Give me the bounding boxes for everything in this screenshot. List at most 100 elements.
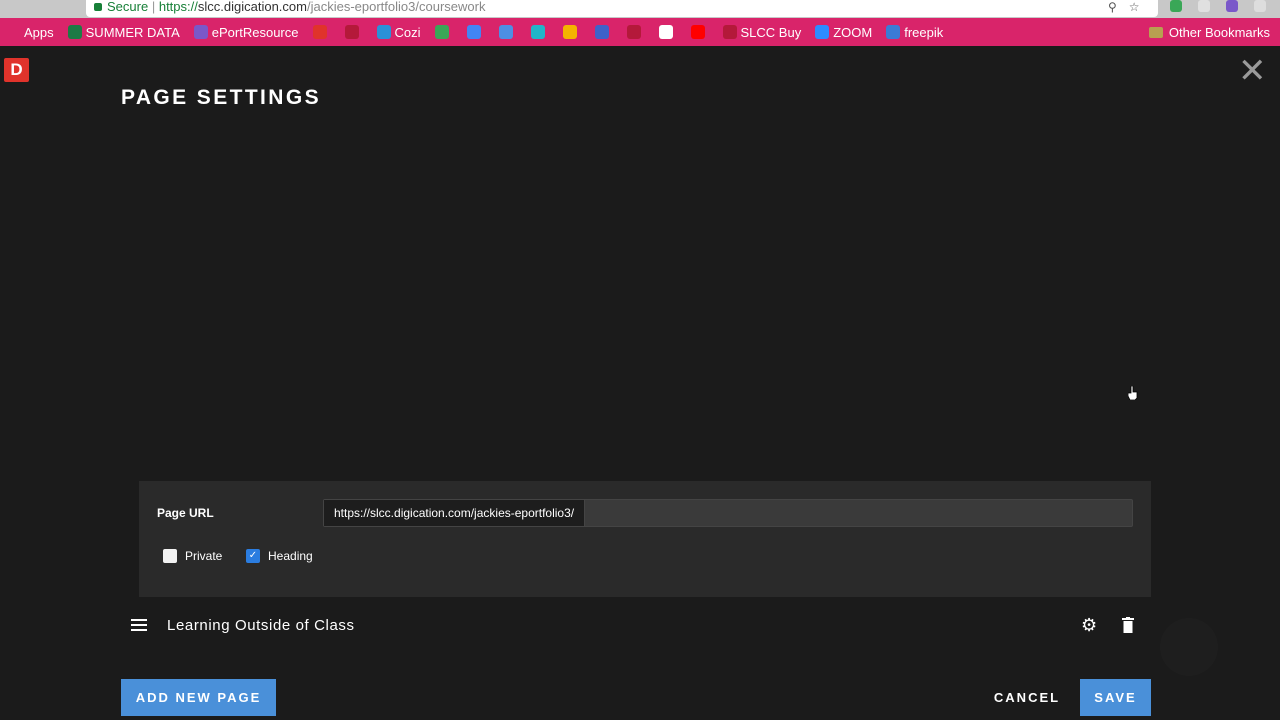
folder-icon xyxy=(1148,26,1163,38)
page-url-prefix: https://slcc.digication.com/jackies-epor… xyxy=(324,500,586,526)
bookmark-item[interactable] xyxy=(434,25,453,39)
gear-icon[interactable]: ⚙ xyxy=(1081,615,1097,636)
bookmark-item[interactable] xyxy=(562,25,581,39)
drag-handle-icon[interactable] xyxy=(149,285,165,297)
gear-icon[interactable]: ⚙ xyxy=(1081,118,1097,139)
gear-icon[interactable]: ⚙ xyxy=(1081,334,1097,355)
trash-icon[interactable] xyxy=(1122,175,1134,191)
page-name: International/Global xyxy=(185,120,328,137)
digication-icon xyxy=(312,25,327,39)
trash-icon[interactable] xyxy=(1122,121,1134,137)
menu-icon[interactable] xyxy=(1254,0,1266,12)
slcc-buy-icon xyxy=(722,25,737,39)
cozi-icon xyxy=(376,25,391,39)
page-url-input[interactable]: https://slcc.digication.com/jackies-epor… xyxy=(323,499,1133,527)
address-field[interactable]: Secure | https://slcc.digication.com/jac… xyxy=(86,0,1158,17)
gear-icon[interactable]: ⚙ xyxy=(1081,280,1097,301)
cancel-button[interactable]: CANCEL xyxy=(982,679,1072,716)
drag-handle-icon[interactable] xyxy=(149,393,165,405)
browser-actions: ⚲☆ xyxy=(1108,0,1152,14)
apps-grid-icon xyxy=(6,25,20,39)
trash-icon[interactable] xyxy=(1122,337,1134,353)
bookmark-item[interactable] xyxy=(498,25,517,39)
page-row-learning-outside[interactable]: Learning Outside of Class ⚙ xyxy=(121,598,1151,652)
bookmark-label: Cozi xyxy=(394,24,421,40)
trash-icon[interactable] xyxy=(1122,283,1134,299)
gear-icon[interactable]: ⚙ xyxy=(1081,442,1097,463)
bookmark-item[interactable]: ePortResource xyxy=(193,25,299,40)
search-icon[interactable]: ⚲ xyxy=(1108,0,1129,14)
chat-bubble-icon[interactable] xyxy=(1160,618,1218,676)
trash-icon[interactable] xyxy=(1122,617,1134,633)
url-path: /jackies-eportfolio3/coursework xyxy=(306,0,486,14)
secure-label: Secure xyxy=(107,0,149,14)
page-detail-panel: Page URL https://slcc.digication.com/jac… xyxy=(139,481,1151,597)
gear-icon[interactable]: ⚙ xyxy=(1081,226,1097,247)
save-button[interactable]: SAVE xyxy=(1080,679,1151,716)
bookmarks-bar: Apps SUMMER DATA ePortResource Cozi SLCC Buy… xyxy=(0,18,1280,46)
bookmark-item[interactable]: SUMMER DATA xyxy=(67,25,180,40)
extension-green-icon[interactable] xyxy=(1170,0,1182,12)
bookmark-item[interactable] xyxy=(690,25,709,39)
url-host: slcc.digication.com xyxy=(197,0,307,14)
trash-icon[interactable] xyxy=(1122,445,1134,461)
bookmark-item[interactable]: Apps xyxy=(6,25,54,40)
bookmark-item[interactable] xyxy=(530,25,549,39)
page-row[interactable]: MA 1100 ⚙ xyxy=(139,426,1151,480)
bookmark-item[interactable]: ZOOM xyxy=(815,25,872,40)
bookmark-label: ZOOM xyxy=(833,24,873,40)
bookmark-item[interactable] xyxy=(658,25,677,39)
drive-icon xyxy=(562,25,577,39)
bookmark-item[interactable] xyxy=(626,25,645,39)
page-name: MA 1100 xyxy=(185,444,248,461)
trash-icon[interactable] xyxy=(1122,229,1134,245)
private-checkbox[interactable]: Private xyxy=(163,549,222,563)
excel-icon xyxy=(67,25,82,39)
onenote-icon[interactable] xyxy=(1226,0,1238,12)
star-icon[interactable]: ☆ xyxy=(1129,0,1152,14)
private-checkbox-box[interactable] xyxy=(163,549,177,563)
drag-handle-icon[interactable] xyxy=(149,231,165,243)
eport-icon xyxy=(193,25,208,39)
page-row[interactable]: Human Relations ⚙ xyxy=(139,372,1151,426)
drag-handle-icon[interactable] xyxy=(149,339,165,351)
page-name: Humanities xyxy=(185,228,267,245)
page-name: Physical Sciences xyxy=(185,336,317,353)
drag-handle-icon[interactable] xyxy=(131,619,147,631)
calendar-icon xyxy=(466,25,481,39)
gear-icon[interactable]: ⚙ xyxy=(1081,172,1097,193)
cloud-icon xyxy=(594,25,609,39)
drag-handle-icon[interactable] xyxy=(149,177,165,189)
page-name: Human Relations xyxy=(185,390,310,407)
page-settings-modal: D ✕ PAGE SETTINGS International/Global ⚙ F… xyxy=(0,46,1280,720)
bookmark-item[interactable] xyxy=(312,25,331,39)
bookmark-item[interactable] xyxy=(594,25,613,39)
drag-handle-icon[interactable] xyxy=(149,123,165,135)
youtube-icon xyxy=(690,25,705,39)
bookmark-item[interactable]: freepik xyxy=(886,25,943,40)
freepik-icon xyxy=(886,25,901,39)
canva-icon xyxy=(530,25,545,39)
pages-icon xyxy=(498,25,513,39)
bookmark-item[interactable]: Cozi xyxy=(376,24,421,40)
page-title: PAGE SETTINGS xyxy=(121,86,321,109)
bookmark-item[interactable]: SLCC Buy xyxy=(722,25,801,40)
page-row[interactable]: Physical Sciences ⚙ xyxy=(139,318,1151,372)
other-bookmarks[interactable]: Other Bookmarks xyxy=(1148,18,1270,46)
page-row[interactable]: Fine Arts ⚙ xyxy=(139,156,1151,210)
page-row[interactable]: Humanities ⚙ xyxy=(139,210,1151,264)
hand-cursor-icon xyxy=(1128,386,1138,400)
add-new-page-button[interactable]: ADD NEW PAGE xyxy=(121,679,276,716)
bookmark-item[interactable] xyxy=(466,25,485,39)
extension-gray-icon[interactable] xyxy=(1198,0,1210,12)
page-row[interactable]: Life Sciences ⚙ xyxy=(139,264,1151,318)
bookmark-item[interactable] xyxy=(344,25,363,39)
page-name: Life Sciences xyxy=(185,282,283,299)
checkmark-icon[interactable]: ✓ xyxy=(246,549,260,563)
close-icon[interactable]: ✕ xyxy=(1238,54,1267,88)
drag-handle-icon[interactable] xyxy=(149,447,165,459)
gear-icon[interactable]: ⚙ xyxy=(1081,388,1097,409)
page-row[interactable]: International/Global ⚙ xyxy=(139,102,1151,156)
heading-checkbox[interactable]: ✓ Heading xyxy=(246,549,313,563)
digication-logo[interactable]: D xyxy=(4,58,29,82)
